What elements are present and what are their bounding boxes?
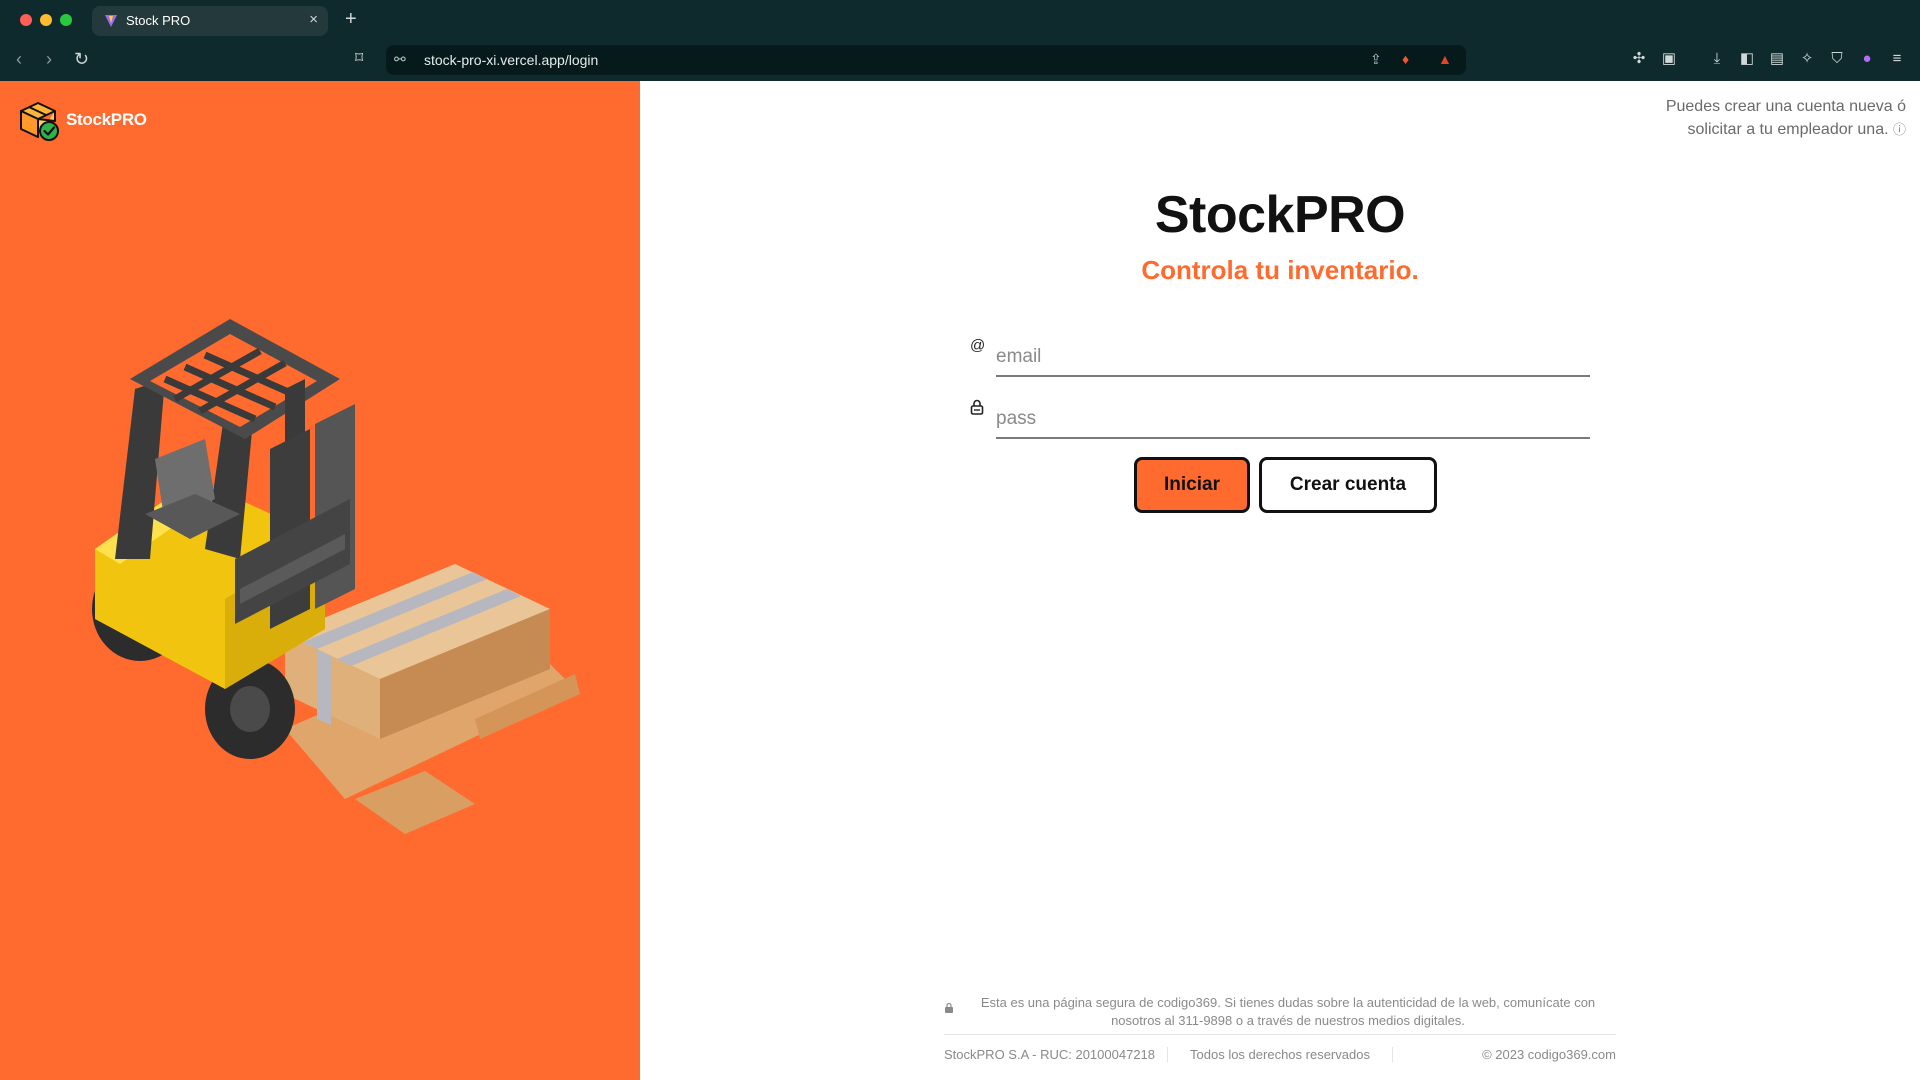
bookmark-icon[interactable]: ⌑	[355, 48, 363, 70]
share-icon[interactable]: ⇪	[1370, 51, 1382, 68]
maximize-window-button[interactable]	[60, 14, 72, 26]
back-icon[interactable]: ‹	[16, 48, 22, 70]
tab-bar: Stock PRO × +	[0, 0, 1920, 40]
security-line-1: Esta es una página segura de codigo369. …	[980, 995, 1596, 1010]
footer-meta: StockPRO S.A - RUC: 20100047218 Todos lo…	[944, 1047, 1616, 1062]
login-button[interactable]: Iniciar	[1134, 457, 1250, 513]
browser-chrome: Stock PRO × + ‹ › ↻ ⌑ ⚯ stock-pro-xi.ver…	[0, 0, 1920, 81]
url-text[interactable]: stock-pro-xi.vercel.app/login	[424, 52, 598, 68]
new-tab-button[interactable]: +	[345, 7, 357, 31]
lock-icon	[970, 399, 984, 415]
brand-panel: StockPRO	[0, 81, 640, 1080]
helper-note: Puedes crear una cuenta nueva ó solicita…	[1586, 95, 1906, 141]
forward-icon[interactable]: ›	[46, 48, 52, 70]
address-bar[interactable]: ⚯ stock-pro-xi.vercel.app/login ⇪ ♦ ▲	[386, 45, 1466, 75]
security-line-2: nosotros al 311-9898 o a través de nuest…	[1111, 1013, 1465, 1028]
vite-favicon-icon	[105, 15, 117, 27]
forklift-illustration	[92, 319, 580, 834]
footer: Esta es una página segura de codigo369. …	[944, 994, 1616, 1062]
security-notice: Esta es una página segura de codigo369. …	[944, 994, 1616, 1030]
vpn-icon[interactable]: ⛉	[1828, 50, 1846, 68]
tab-title: Stock PRO	[126, 13, 191, 28]
brand[interactable]: StockPRO	[18, 99, 147, 141]
downloads-icon[interactable]: ⤓	[1708, 50, 1726, 68]
info-icon[interactable]: ⓘ	[1893, 122, 1906, 137]
at-icon: @	[970, 337, 986, 354]
tab-stock-pro[interactable]: Stock PRO ×	[92, 6, 328, 36]
footer-divider	[944, 1034, 1616, 1035]
reload-icon[interactable]: ↻	[74, 48, 89, 70]
menu-icon[interactable]: ≡	[1888, 50, 1906, 68]
brave-shields-icon[interactable]: ♦	[1402, 51, 1409, 67]
profile-icon[interactable]: ●	[1858, 50, 1876, 68]
email-input[interactable]	[996, 331, 1590, 377]
email-field: @	[970, 331, 1590, 377]
box-check-logo-icon	[20, 102, 59, 141]
pass-field	[970, 393, 1590, 439]
helper-line-1: Puedes crear una cuenta nueva ó	[1665, 98, 1906, 115]
create-account-button[interactable]: Crear cuenta	[1259, 457, 1437, 513]
small-lock-icon	[945, 1002, 953, 1013]
sidebar-icon[interactable]: ◧	[1738, 50, 1756, 68]
copyright-text: © 2023 codigo369.com	[1482, 1047, 1616, 1062]
login-panel: Puedes crear una cuenta nueva ó solicita…	[640, 81, 1920, 1080]
minimize-window-button[interactable]	[40, 14, 52, 26]
close-tab-icon[interactable]: ×	[309, 11, 318, 28]
close-window-button[interactable]	[20, 14, 32, 26]
rights-text: Todos los derechos reservados	[1167, 1047, 1393, 1062]
leo-ai-icon[interactable]: ✧	[1798, 50, 1816, 68]
page-subtitle: Controla tu inventario.	[1141, 255, 1419, 285]
brave-rewards-icon[interactable]: ▲	[1438, 51, 1452, 67]
screenshot-icon[interactable]: ▣	[1660, 50, 1678, 68]
extensions-icon[interactable]: ✣	[1630, 50, 1648, 68]
brand-name: StockPRO	[66, 110, 147, 129]
company-info: StockPRO S.A - RUC: 20100047218	[944, 1047, 1156, 1062]
helper-line-2: solicitar a tu empleador una.	[1687, 121, 1889, 138]
page-title: StockPRO	[1154, 186, 1406, 244]
wallet-icon[interactable]: ▤	[1768, 50, 1786, 68]
site-settings-icon[interactable]: ⚯	[394, 51, 406, 68]
password-input[interactable]	[996, 393, 1590, 439]
